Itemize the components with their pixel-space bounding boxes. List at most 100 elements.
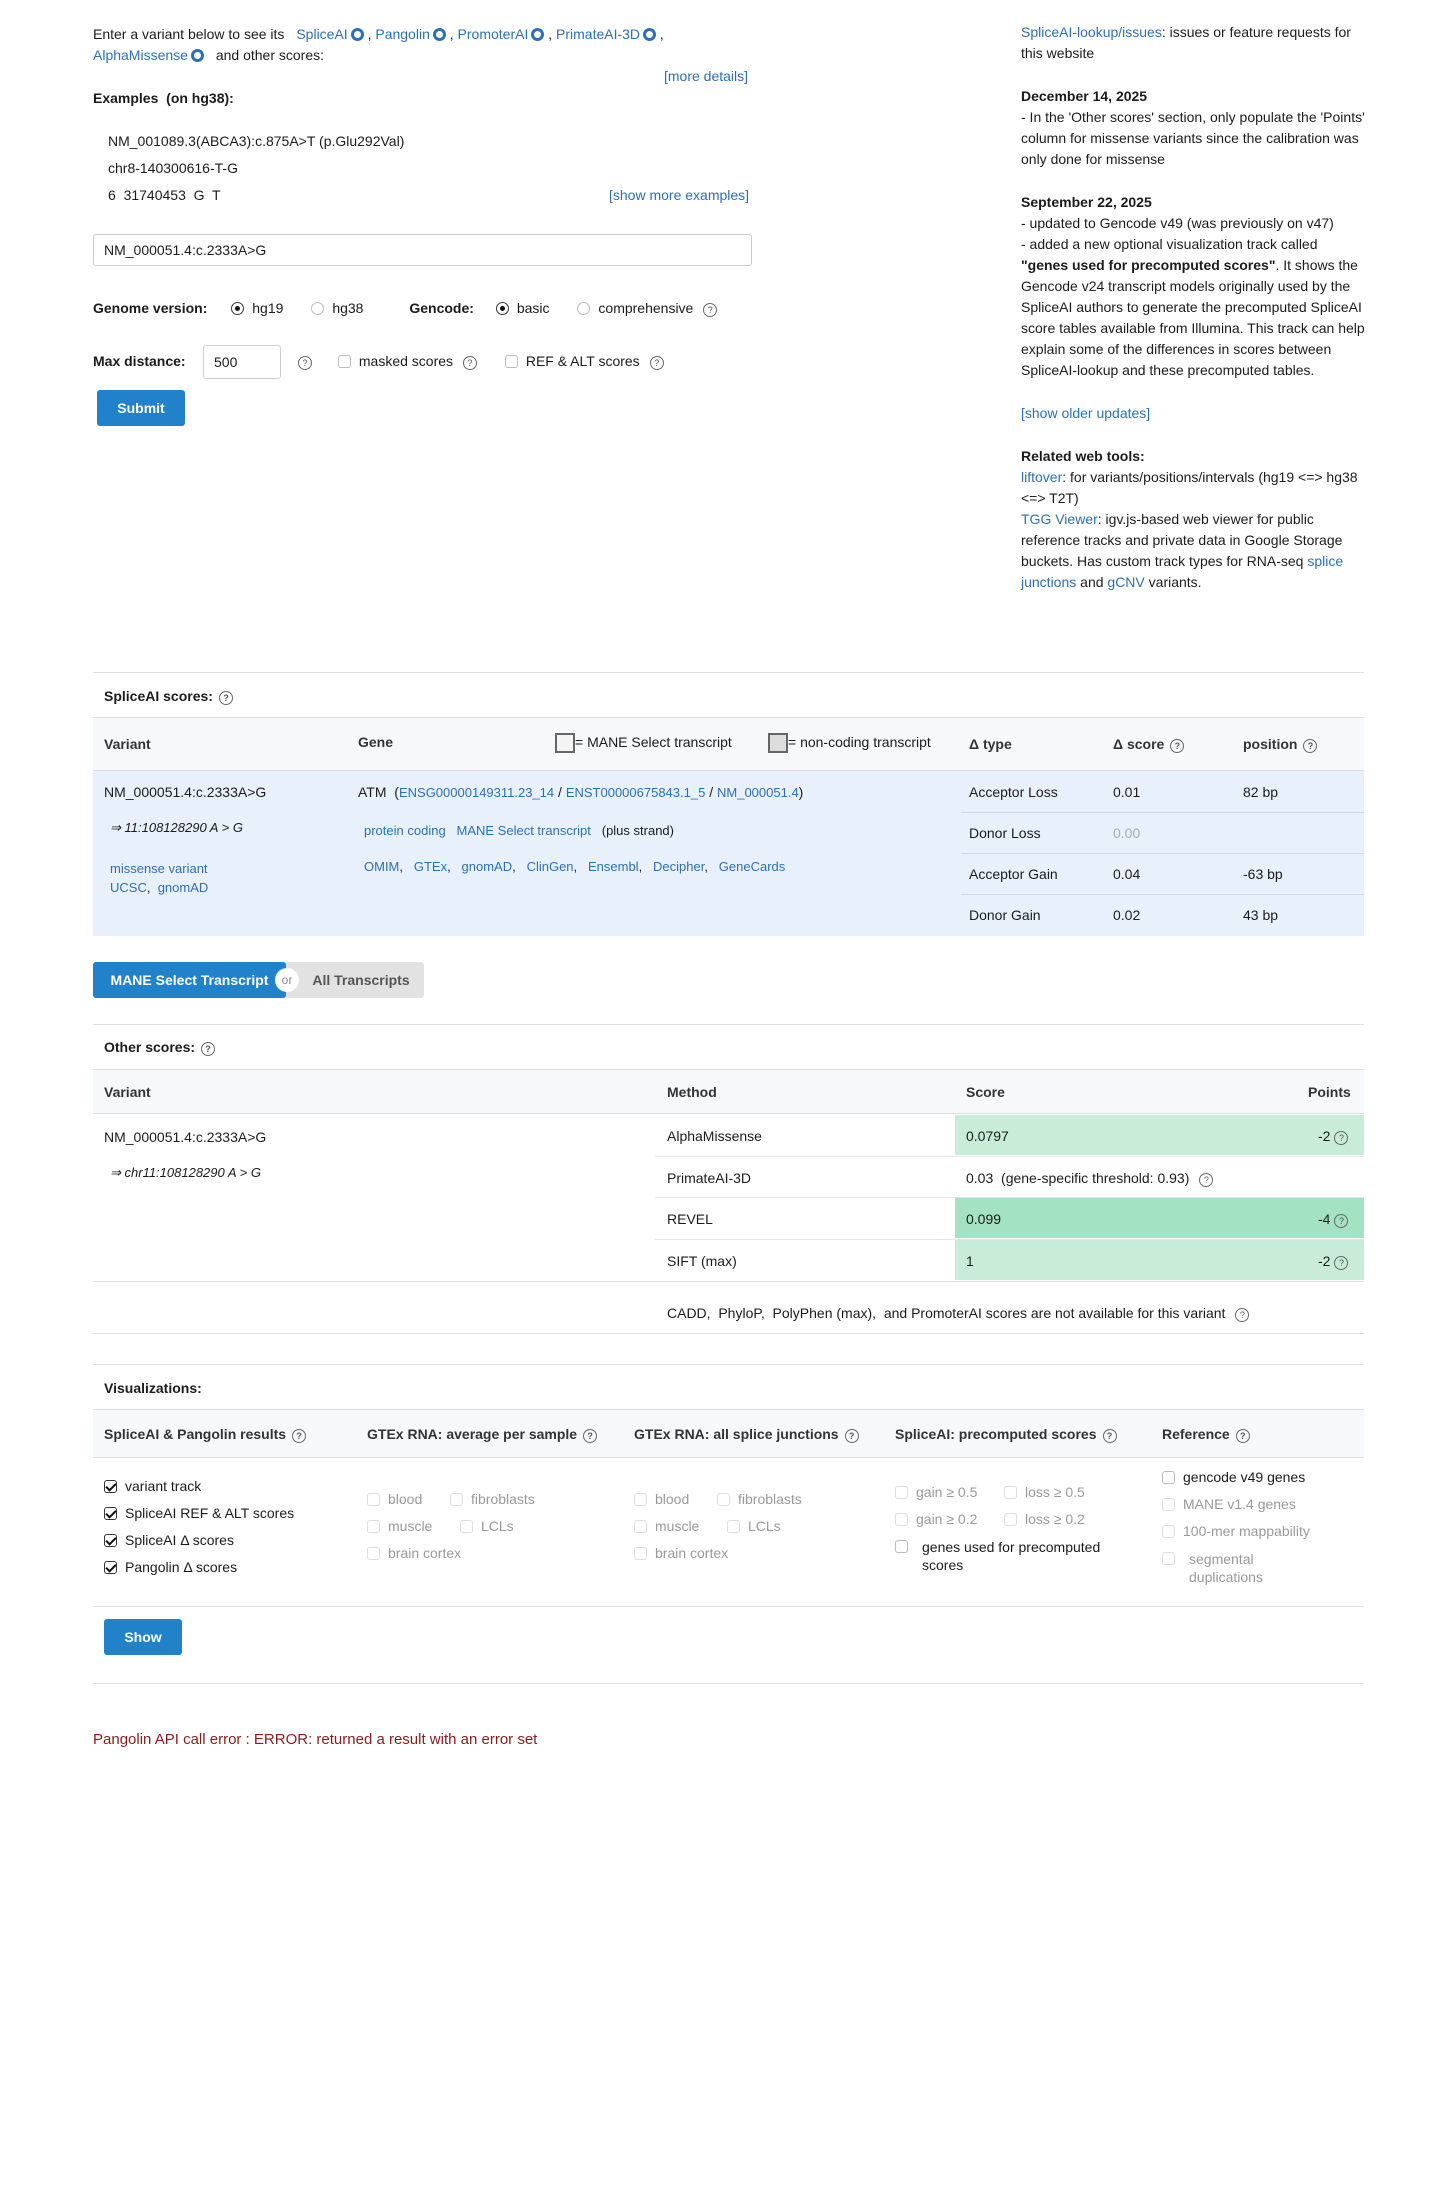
radio-comprehensive[interactable]: comprehensive bbox=[577, 300, 693, 316]
max-distance-input[interactable]: 500 bbox=[203, 345, 281, 379]
checkbox-segdups[interactable]: segmental duplications bbox=[1162, 1550, 1312, 1586]
checkbox-gain-02[interactable]: gain ≥ 0.2 bbox=[895, 1511, 977, 1527]
checkbox-gain-05[interactable]: gain ≥ 0.5 bbox=[895, 1484, 977, 1500]
radio-hg19[interactable]: hg19 bbox=[231, 300, 283, 316]
checkbox-gtex-avg-blood[interactable]: blood bbox=[367, 1491, 422, 1507]
link-promoterai[interactable]: PromoterAI bbox=[458, 26, 529, 42]
tgg-viewer-link[interactable]: TGG Viewer bbox=[1021, 511, 1098, 527]
checkbox-gtex-junc-fibroblasts[interactable]: fibroblasts bbox=[717, 1491, 802, 1507]
checkbox-spliceai-delta[interactable]: SpliceAI Δ scores bbox=[104, 1532, 234, 1548]
checkbox-gtex-avg-fibroblasts[interactable]: fibroblasts bbox=[450, 1491, 535, 1507]
mane-link[interactable]: MANE Select transcript bbox=[457, 823, 591, 838]
example-1[interactable]: NM_001089.3(ABCA3):c.875A>T (p.Glu292Val… bbox=[108, 133, 404, 149]
checkbox-mane-genes[interactable]: MANE v1.4 genes bbox=[1162, 1496, 1296, 1512]
gtex-link[interactable]: GTEx bbox=[414, 859, 447, 874]
score-primateai: 0.03 (gene-specific threshold: 0.93)? bbox=[966, 1170, 1214, 1187]
mane-select-toggle[interactable]: MANE Select Transcript bbox=[93, 962, 286, 998]
help-icon[interactable]: ? bbox=[201, 1042, 216, 1056]
checkbox-mappability[interactable]: 100-mer mappability bbox=[1162, 1523, 1310, 1539]
checkbox-pangolin-delta[interactable]: Pangolin Δ scores bbox=[104, 1559, 237, 1575]
checkbox-genes-precomputed[interactable]: genes used for precomputed scores bbox=[895, 1538, 1125, 1574]
consequence-link[interactable]: missense variant bbox=[110, 861, 208, 876]
checkbox-variant-track[interactable]: variant track bbox=[104, 1478, 201, 1494]
show-more-examples-link[interactable]: [show more examples] bbox=[609, 187, 749, 203]
help-icon[interactable]: ? bbox=[1170, 739, 1185, 753]
checkbox-spliceai-ref-alt[interactable]: SpliceAI REF & ALT scores bbox=[104, 1505, 294, 1521]
update-date-1: December 14, 2025 bbox=[1021, 88, 1148, 104]
radio-hg38[interactable]: hg38 bbox=[311, 300, 363, 316]
type-donor-loss: Donor Loss bbox=[969, 825, 1041, 841]
help-icon[interactable]: ? bbox=[1334, 1131, 1349, 1145]
help-icon[interactable]: ? bbox=[844, 1429, 859, 1443]
checkbox-gtex-junc-blood[interactable]: blood bbox=[634, 1491, 689, 1507]
all-transcripts-toggle[interactable]: All Transcripts bbox=[302, 962, 420, 998]
gnomad-gene-link[interactable]: gnomAD bbox=[462, 859, 513, 874]
points-revel: -4? bbox=[1318, 1211, 1349, 1228]
checkbox-gtex-avg-muscle[interactable]: muscle bbox=[367, 1518, 432, 1534]
link-primateai-3d[interactable]: PrimateAI-3D bbox=[556, 26, 640, 42]
checkbox-loss-05[interactable]: loss ≥ 0.5 bbox=[1004, 1484, 1085, 1500]
biotype-link[interactable]: protein coding bbox=[364, 823, 446, 838]
help-icon[interactable]: ? bbox=[1235, 1308, 1250, 1322]
decipher-link[interactable]: Decipher bbox=[653, 859, 704, 874]
help-icon[interactable]: ? bbox=[1199, 1173, 1214, 1187]
ensembl-link[interactable]: Ensembl bbox=[588, 859, 639, 874]
link-alphamissense[interactable]: AlphaMissense bbox=[93, 47, 188, 63]
help-icon[interactable]: ? bbox=[1303, 739, 1318, 753]
more-details-link[interactable]: [more details] bbox=[664, 68, 748, 84]
github-icon[interactable] bbox=[190, 49, 204, 62]
checkbox-gtex-junc-brain[interactable]: brain cortex bbox=[634, 1545, 728, 1561]
help-icon[interactable]: ? bbox=[1102, 1429, 1117, 1443]
help-icon[interactable]: ? bbox=[218, 691, 233, 705]
checkbox-loss-02[interactable]: loss ≥ 0.2 bbox=[1004, 1511, 1085, 1527]
masked-scores-checkbox[interactable]: masked scores bbox=[337, 353, 453, 369]
help-icon[interactable]: ? bbox=[649, 356, 664, 370]
method-revel: REVEL bbox=[667, 1211, 713, 1227]
checkbox-gtex-junc-muscle[interactable]: muscle bbox=[634, 1518, 699, 1534]
older-updates-link[interactable]: [show older updates] bbox=[1021, 403, 1366, 424]
help-icon[interactable]: ? bbox=[583, 1429, 598, 1443]
example-3[interactable]: 6 31740453 G T bbox=[108, 187, 221, 203]
other-col-score: Score bbox=[966, 1084, 1005, 1100]
divider bbox=[93, 1024, 1364, 1025]
genecards-link[interactable]: GeneCards bbox=[719, 859, 785, 874]
col-position-header: position? bbox=[1243, 736, 1318, 753]
ref-alt-scores-checkbox[interactable]: REF & ALT scores bbox=[504, 353, 640, 369]
submit-button[interactable]: Submit bbox=[97, 390, 185, 426]
transcript-id-link[interactable]: ENST00000675843.1_5 bbox=[566, 785, 706, 800]
link-spliceai[interactable]: SpliceAI bbox=[296, 26, 347, 42]
link-pangolin[interactable]: Pangolin bbox=[375, 26, 430, 42]
gnomad-link[interactable]: gnomAD bbox=[158, 880, 209, 895]
github-icon[interactable] bbox=[432, 28, 446, 41]
github-icon[interactable] bbox=[350, 28, 364, 41]
help-icon[interactable]: ? bbox=[1235, 1429, 1250, 1443]
example-2[interactable]: chr8-140300616-T-G bbox=[108, 160, 238, 176]
issues-link[interactable]: SpliceAI-lookup/issues bbox=[1021, 24, 1162, 40]
checkbox-gtex-avg-brain[interactable]: brain cortex bbox=[367, 1545, 461, 1561]
checkbox-gencode-genes[interactable]: gencode v49 genes bbox=[1162, 1469, 1305, 1485]
variant-input[interactable]: NM_000051.4:c.2333A>G bbox=[93, 234, 752, 266]
help-icon[interactable]: ? bbox=[1334, 1214, 1349, 1228]
gcnv-link[interactable]: gCNV bbox=[1107, 574, 1144, 590]
checkbox-gtex-avg-lcls[interactable]: LCLs bbox=[460, 1518, 514, 1534]
help-icon[interactable]: ? bbox=[298, 356, 312, 370]
ucsc-link[interactable]: UCSC bbox=[110, 880, 147, 895]
checkbox-gtex-junc-lcls[interactable]: LCLs bbox=[727, 1518, 781, 1534]
score-donor-gain: 0.02 bbox=[1113, 907, 1141, 923]
genome-version-label: Genome version: bbox=[93, 300, 208, 316]
omim-link[interactable]: OMIM bbox=[364, 859, 399, 874]
github-icon[interactable] bbox=[531, 28, 545, 41]
liftover-link[interactable]: liftover bbox=[1021, 469, 1062, 485]
help-icon[interactable]: ? bbox=[703, 303, 718, 317]
github-icon[interactable] bbox=[643, 28, 657, 41]
radio-basic[interactable]: basic bbox=[495, 300, 550, 316]
clingen-link[interactable]: ClinGen bbox=[527, 859, 574, 874]
refseq-id-link[interactable]: NM_000051.4 bbox=[717, 785, 799, 800]
variant-links: UCSC, gnomAD bbox=[110, 880, 209, 895]
help-icon[interactable]: ? bbox=[1334, 1256, 1349, 1270]
help-icon[interactable]: ? bbox=[462, 356, 477, 370]
gene-id-link[interactable]: ENSG00000149311.23_14 bbox=[399, 785, 554, 800]
method-sift: SIFT (max) bbox=[667, 1253, 737, 1269]
help-icon[interactable]: ? bbox=[292, 1429, 307, 1443]
show-button[interactable]: Show bbox=[104, 1619, 182, 1655]
